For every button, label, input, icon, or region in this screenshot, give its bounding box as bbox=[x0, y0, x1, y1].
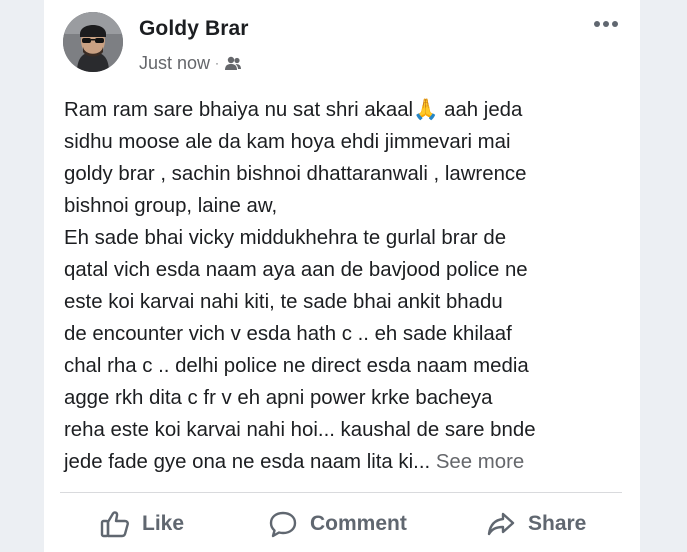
author-name[interactable]: Goldy Brar bbox=[139, 17, 249, 41]
post-body: Ram ram sare bhaiya nu sat shri akaal🙏 a… bbox=[64, 99, 536, 473]
share-icon bbox=[487, 512, 515, 536]
profile-photo bbox=[63, 12, 123, 72]
like-button[interactable]: Like bbox=[100, 506, 184, 542]
friends-icon[interactable] bbox=[224, 55, 242, 71]
post-card: Goldy Brar Just now · Ram ram sare bhaiy… bbox=[44, 0, 640, 552]
see-more-link[interactable]: See more bbox=[436, 451, 524, 473]
post-timestamp[interactable]: Just now bbox=[139, 53, 210, 74]
avatar[interactable] bbox=[63, 12, 123, 72]
comment-label: Comment bbox=[310, 512, 407, 535]
like-label: Like bbox=[142, 512, 185, 535]
share-button[interactable]: Share bbox=[486, 506, 586, 542]
post-meta: Just now · bbox=[139, 52, 242, 74]
comment-icon bbox=[269, 511, 297, 538]
share-label: Share bbox=[528, 512, 587, 535]
actions-divider bbox=[60, 492, 622, 493]
comment-button[interactable]: Comment bbox=[268, 506, 407, 542]
more-horizontal-icon bbox=[594, 21, 618, 27]
more-options-button[interactable] bbox=[592, 14, 620, 34]
thumbs-up-icon bbox=[100, 511, 129, 538]
meta-separator: · bbox=[215, 56, 220, 70]
post-text: Ram ram sare bhaiya nu sat shri akaal🙏 a… bbox=[64, 94, 630, 478]
post-actions-bar: Like Comment Share bbox=[60, 498, 622, 552]
